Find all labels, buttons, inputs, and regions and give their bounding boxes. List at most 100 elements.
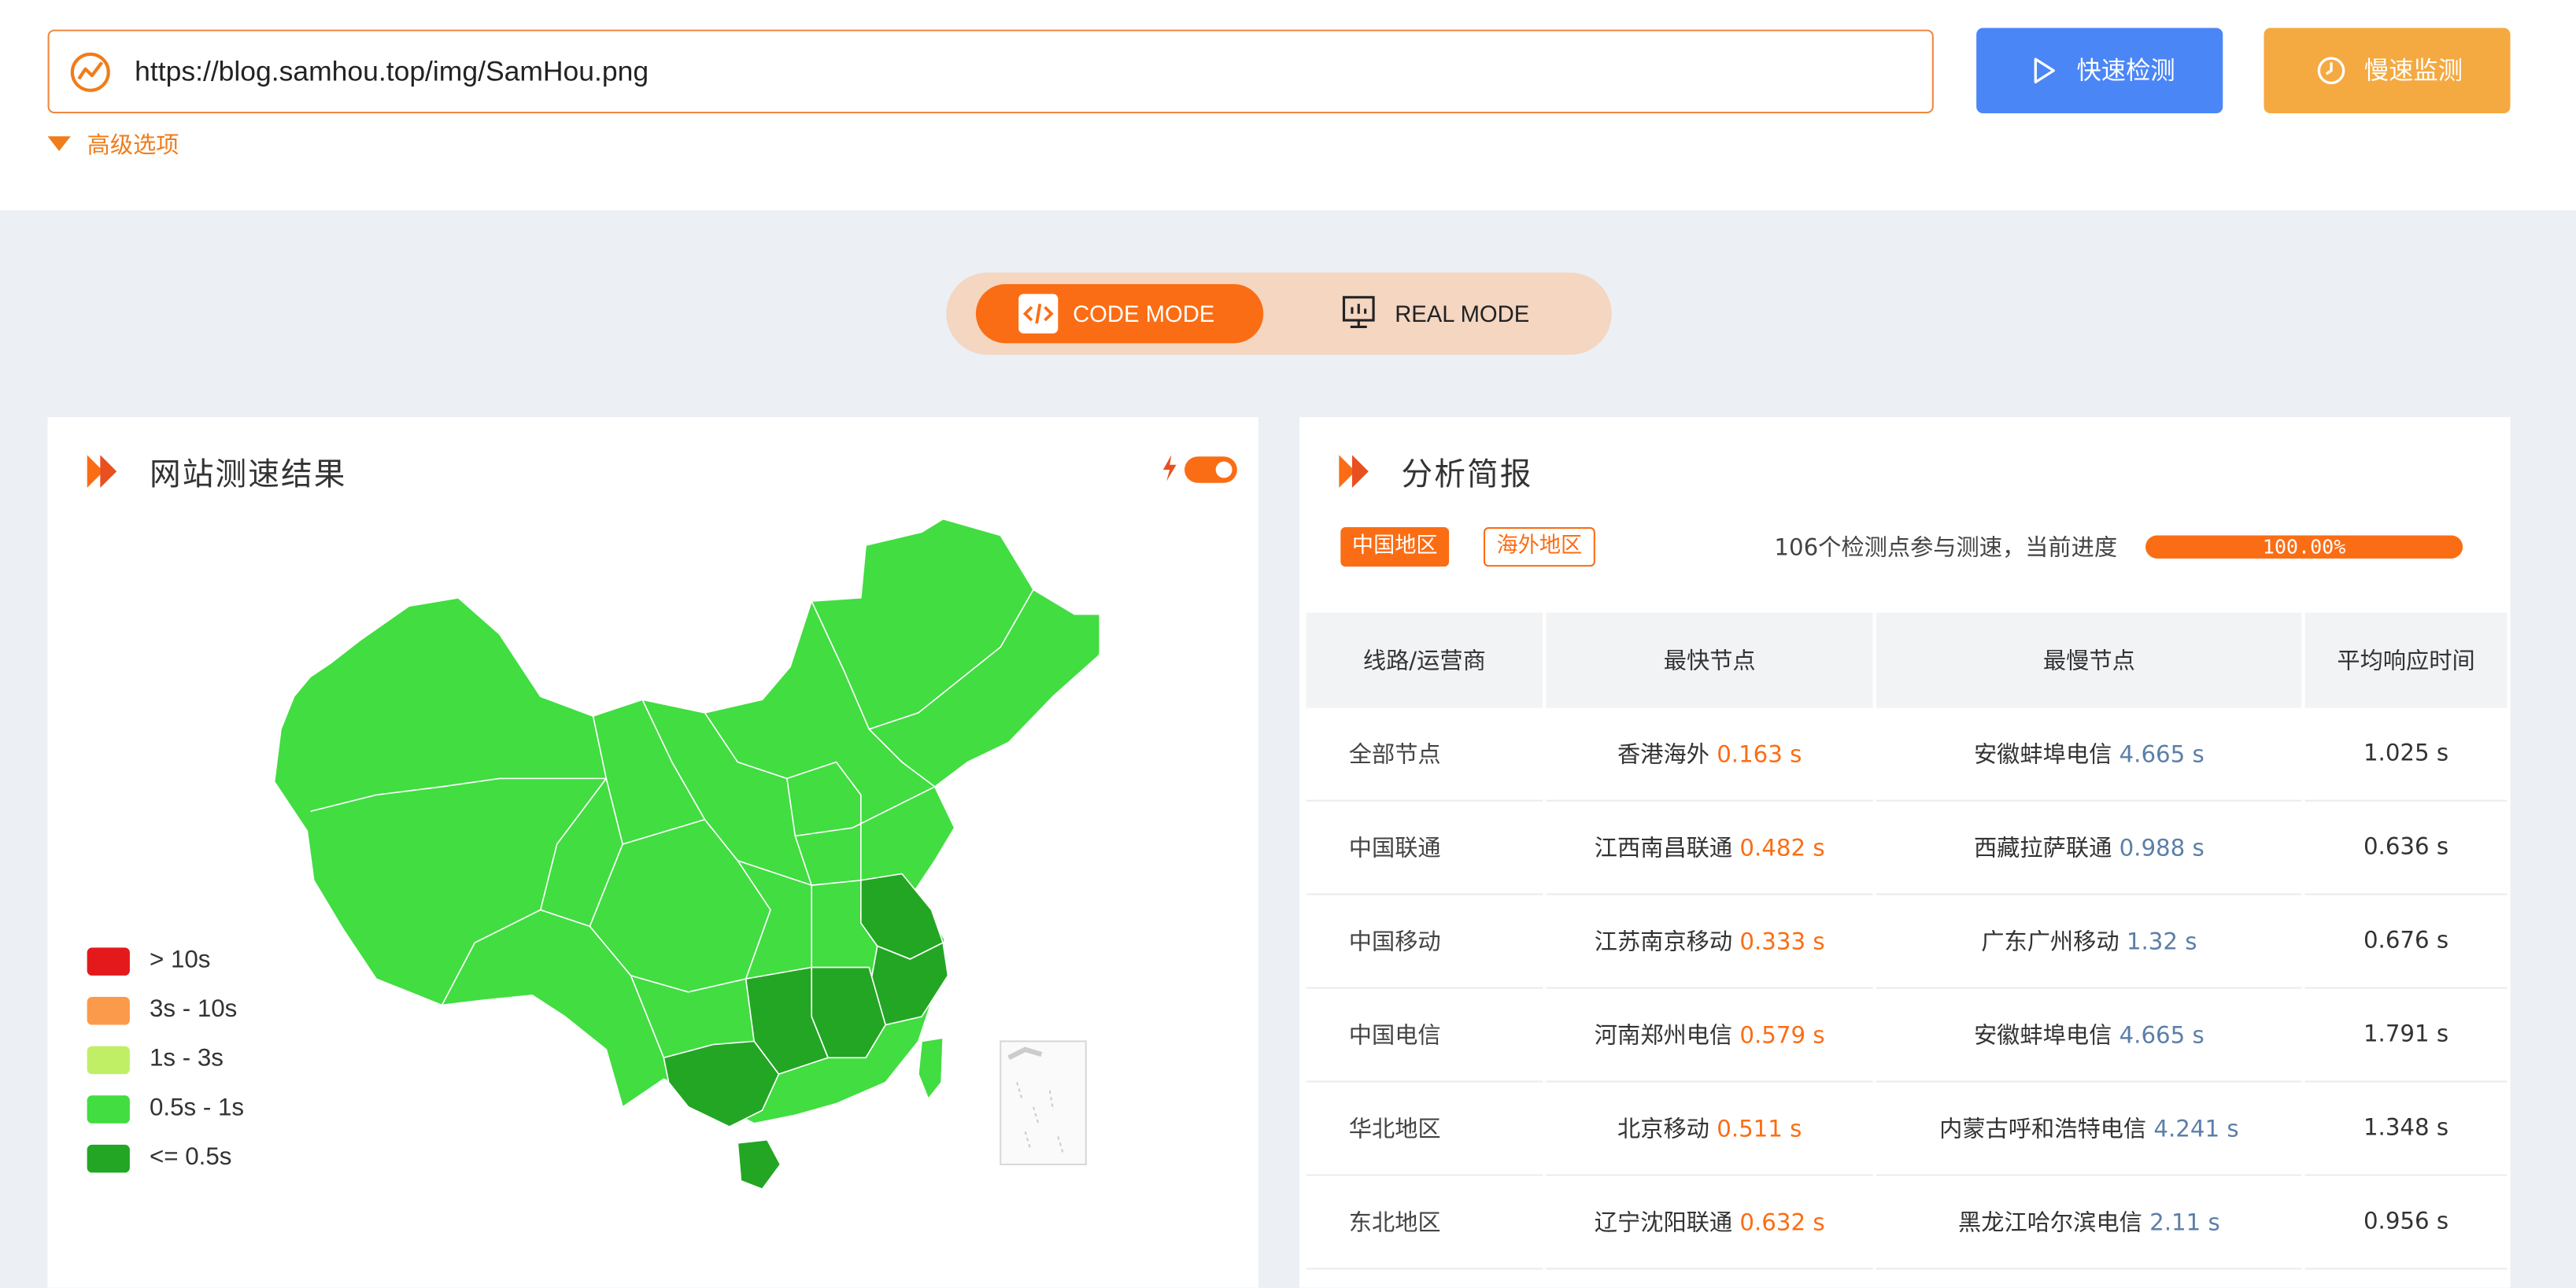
top-bar: https://blog.samhou.top/img/SamHou.png 快… — [0, 0, 2576, 211]
slowest-time: 2.11 s — [2149, 1210, 2220, 1237]
china-speed-map[interactable] — [212, 515, 1100, 1190]
advanced-options-label: 高级选项 — [87, 133, 179, 160]
cell-slowest: 安徽蚌埠电信 4.665 s — [1876, 989, 2302, 1083]
table-row[interactable]: 中国联通 江西南昌联通 0.482 s 西藏拉萨联通 0.988 s 0.636… — [1306, 802, 2508, 895]
code-mode-label: CODE MODE — [1073, 300, 1215, 327]
legend-swatch — [87, 997, 130, 1025]
cell-average: 1.791 s — [2304, 989, 2508, 1083]
table-row[interactable]: 全部节点 香港海外 0.163 s 安徽蚌埠电信 4.665 s 1.025 s — [1306, 708, 2508, 802]
realtime-toggle[interactable] — [1185, 456, 1237, 483]
legend-label: 0.5s - 1s — [149, 1094, 245, 1122]
cell-slowest: 安徽蚌埠电信 4.665 s — [1876, 708, 2302, 802]
table-header-row: 线路/运营商 最快节点 最慢节点 平均响应时间 — [1306, 612, 2508, 708]
speed-result-card: 网站测速结果 > 10s 3s - 10s 1s - 3s 0.5s - 1s … — [47, 417, 1258, 1288]
legend-label: > 10s — [149, 946, 211, 974]
legend-label: <= 0.5s — [149, 1142, 232, 1172]
cell-average: 0.636 s — [2304, 802, 2508, 895]
quick-test-button[interactable]: 快速检测 — [1976, 28, 2223, 114]
slowest-node: 内蒙古呼和浩特电信 — [1939, 1116, 2147, 1143]
fastest-time: 0.482 s — [1739, 836, 1825, 862]
fastest-node: 香港海外 — [1617, 742, 1709, 769]
slow-monitor-label: 慢速监测 — [2363, 55, 2463, 86]
cell-line: 东北地区 — [1306, 1176, 1543, 1270]
legend-swatch — [87, 1144, 130, 1173]
cell-fastest: 北京移动 0.511 s — [1546, 1083, 1874, 1176]
cell-average: 0.956 s — [2304, 1176, 2508, 1270]
cell-fastest: 江西南昌联通 0.482 s — [1546, 802, 1874, 895]
slowest-node: 安徽蚌埠电信 — [1973, 742, 2112, 769]
slowest-node: 安徽蚌埠电信 — [1973, 1023, 2112, 1050]
url-input[interactable]: https://blog.samhou.top/img/SamHou.png — [47, 29, 1934, 114]
col-header-slowest: 最慢节点 — [1876, 612, 2302, 708]
cell-line: 中国移动 — [1306, 895, 1543, 989]
legend-swatch — [87, 947, 130, 976]
code-icon — [1018, 293, 1059, 334]
analysis-title: 分析简报 — [1401, 456, 1533, 493]
cell-fastest: 江苏南京移动 0.333 s — [1546, 895, 1874, 989]
cell-average: 0.676 s — [2304, 895, 2508, 989]
slowest-time: 4.665 s — [2119, 1023, 2205, 1050]
cell-slowest: 西藏拉萨联通 0.988 s — [1876, 802, 2302, 895]
legend-swatch — [87, 1095, 130, 1124]
cell-average: 1.348 s — [2304, 1083, 2508, 1176]
map-region-mainland[interactable] — [273, 518, 1100, 1124]
double-chevron-icon — [1339, 455, 1369, 488]
table-row[interactable]: 中国移动 江苏南京移动 0.333 s 广东广州移动 1.32 s 0.676 … — [1306, 895, 2508, 989]
fastest-time: 0.579 s — [1739, 1023, 1825, 1050]
cell-line: 华北地区 — [1306, 1083, 1543, 1176]
cell-line: 全部节点 — [1306, 708, 1543, 802]
results-table: 线路/运营商 最快节点 最慢节点 平均响应时间 全部节点 香港海外 0.163 … — [1303, 612, 2510, 1270]
timer-icon — [2317, 57, 2345, 85]
fastest-time: 0.333 s — [1739, 929, 1825, 956]
map-region-hainan[interactable] — [737, 1139, 782, 1190]
caret-down-icon — [47, 135, 71, 150]
col-header-line: 线路/运营商 — [1306, 612, 1543, 708]
cell-average: 1.025 s — [2304, 708, 2508, 802]
mode-switch: CODE MODE REAL MODE — [946, 272, 1612, 355]
tab-china-region[interactable]: 中国地区 — [1340, 527, 1450, 567]
fastest-time: 0.511 s — [1717, 1116, 1802, 1143]
fastest-node: 河南郑州电信 — [1594, 1023, 1733, 1050]
code-mode-button[interactable]: CODE MODE — [975, 284, 1264, 344]
col-header-fastest: 最快节点 — [1546, 612, 1874, 708]
slowest-node: 黑龙江哈尔滨电信 — [1958, 1210, 2142, 1237]
progress-bar: 100.00% — [2145, 535, 2463, 559]
play-icon — [2034, 57, 2055, 84]
fastest-node: 江苏南京移动 — [1594, 929, 1733, 956]
fastest-time: 0.632 s — [1739, 1210, 1825, 1237]
cell-fastest: 河南郑州电信 0.579 s — [1546, 989, 1874, 1083]
fastest-time: 0.163 s — [1717, 742, 1802, 769]
lightning-icon — [1162, 455, 1177, 482]
slowest-time: 1.32 s — [2126, 929, 2197, 956]
speed-chart-icon — [70, 52, 110, 92]
real-mode-button[interactable]: REAL MODE — [1340, 284, 1587, 343]
slowest-time: 0.988 s — [2119, 836, 2205, 862]
quick-test-label: 快速检测 — [2076, 55, 2175, 86]
cell-fastest: 辽宁沈阳联通 0.632 s — [1546, 1176, 1874, 1270]
analysis-card: 分析简报 中国地区 海外地区 106个检测点参与测速，当前进度 100.00% … — [1299, 417, 2511, 1288]
progress-summary: 106个检测点参与测速，当前进度 — [1774, 535, 2118, 562]
slowest-node: 西藏拉萨联通 — [1973, 836, 2112, 862]
monitor-chart-icon — [1342, 296, 1375, 328]
table-row[interactable]: 中国电信 河南郑州电信 0.579 s 安徽蚌埠电信 4.665 s 1.791… — [1306, 989, 2508, 1083]
map-region-taiwan[interactable] — [918, 1037, 944, 1100]
col-header-average: 平均响应时间 — [2304, 612, 2508, 708]
slowest-time: 4.241 s — [2153, 1116, 2239, 1143]
toggle-knob — [1215, 461, 1233, 478]
cell-line: 中国联通 — [1306, 802, 1543, 895]
slow-monitor-button[interactable]: 慢速监测 — [2264, 28, 2511, 114]
cell-slowest: 内蒙古呼和浩特电信 4.241 s — [1876, 1083, 2302, 1176]
double-chevron-icon — [87, 455, 117, 488]
table-row[interactable]: 华北地区 北京移动 0.511 s 内蒙古呼和浩特电信 4.241 s 1.34… — [1306, 1083, 2508, 1176]
cell-fastest: 香港海外 0.163 s — [1546, 708, 1874, 802]
real-mode-label: REAL MODE — [1395, 300, 1530, 327]
legend-label: 1s - 3s — [149, 1044, 224, 1073]
speed-result-title: 网站测速结果 — [149, 456, 347, 493]
cell-line: 中国电信 — [1306, 989, 1543, 1083]
table-row[interactable]: 东北地区 辽宁沈阳联通 0.632 s 黑龙江哈尔滨电信 2.11 s 0.95… — [1306, 1176, 2508, 1270]
progress-label: 100.00% — [2262, 535, 2346, 559]
cell-slowest: 广东广州移动 1.32 s — [1876, 895, 2302, 989]
tab-overseas-region[interactable]: 海外地区 — [1483, 527, 1595, 567]
advanced-options-toggle[interactable]: 高级选项 — [47, 131, 179, 161]
cell-slowest: 黑龙江哈尔滨电信 2.11 s — [1876, 1176, 2302, 1270]
